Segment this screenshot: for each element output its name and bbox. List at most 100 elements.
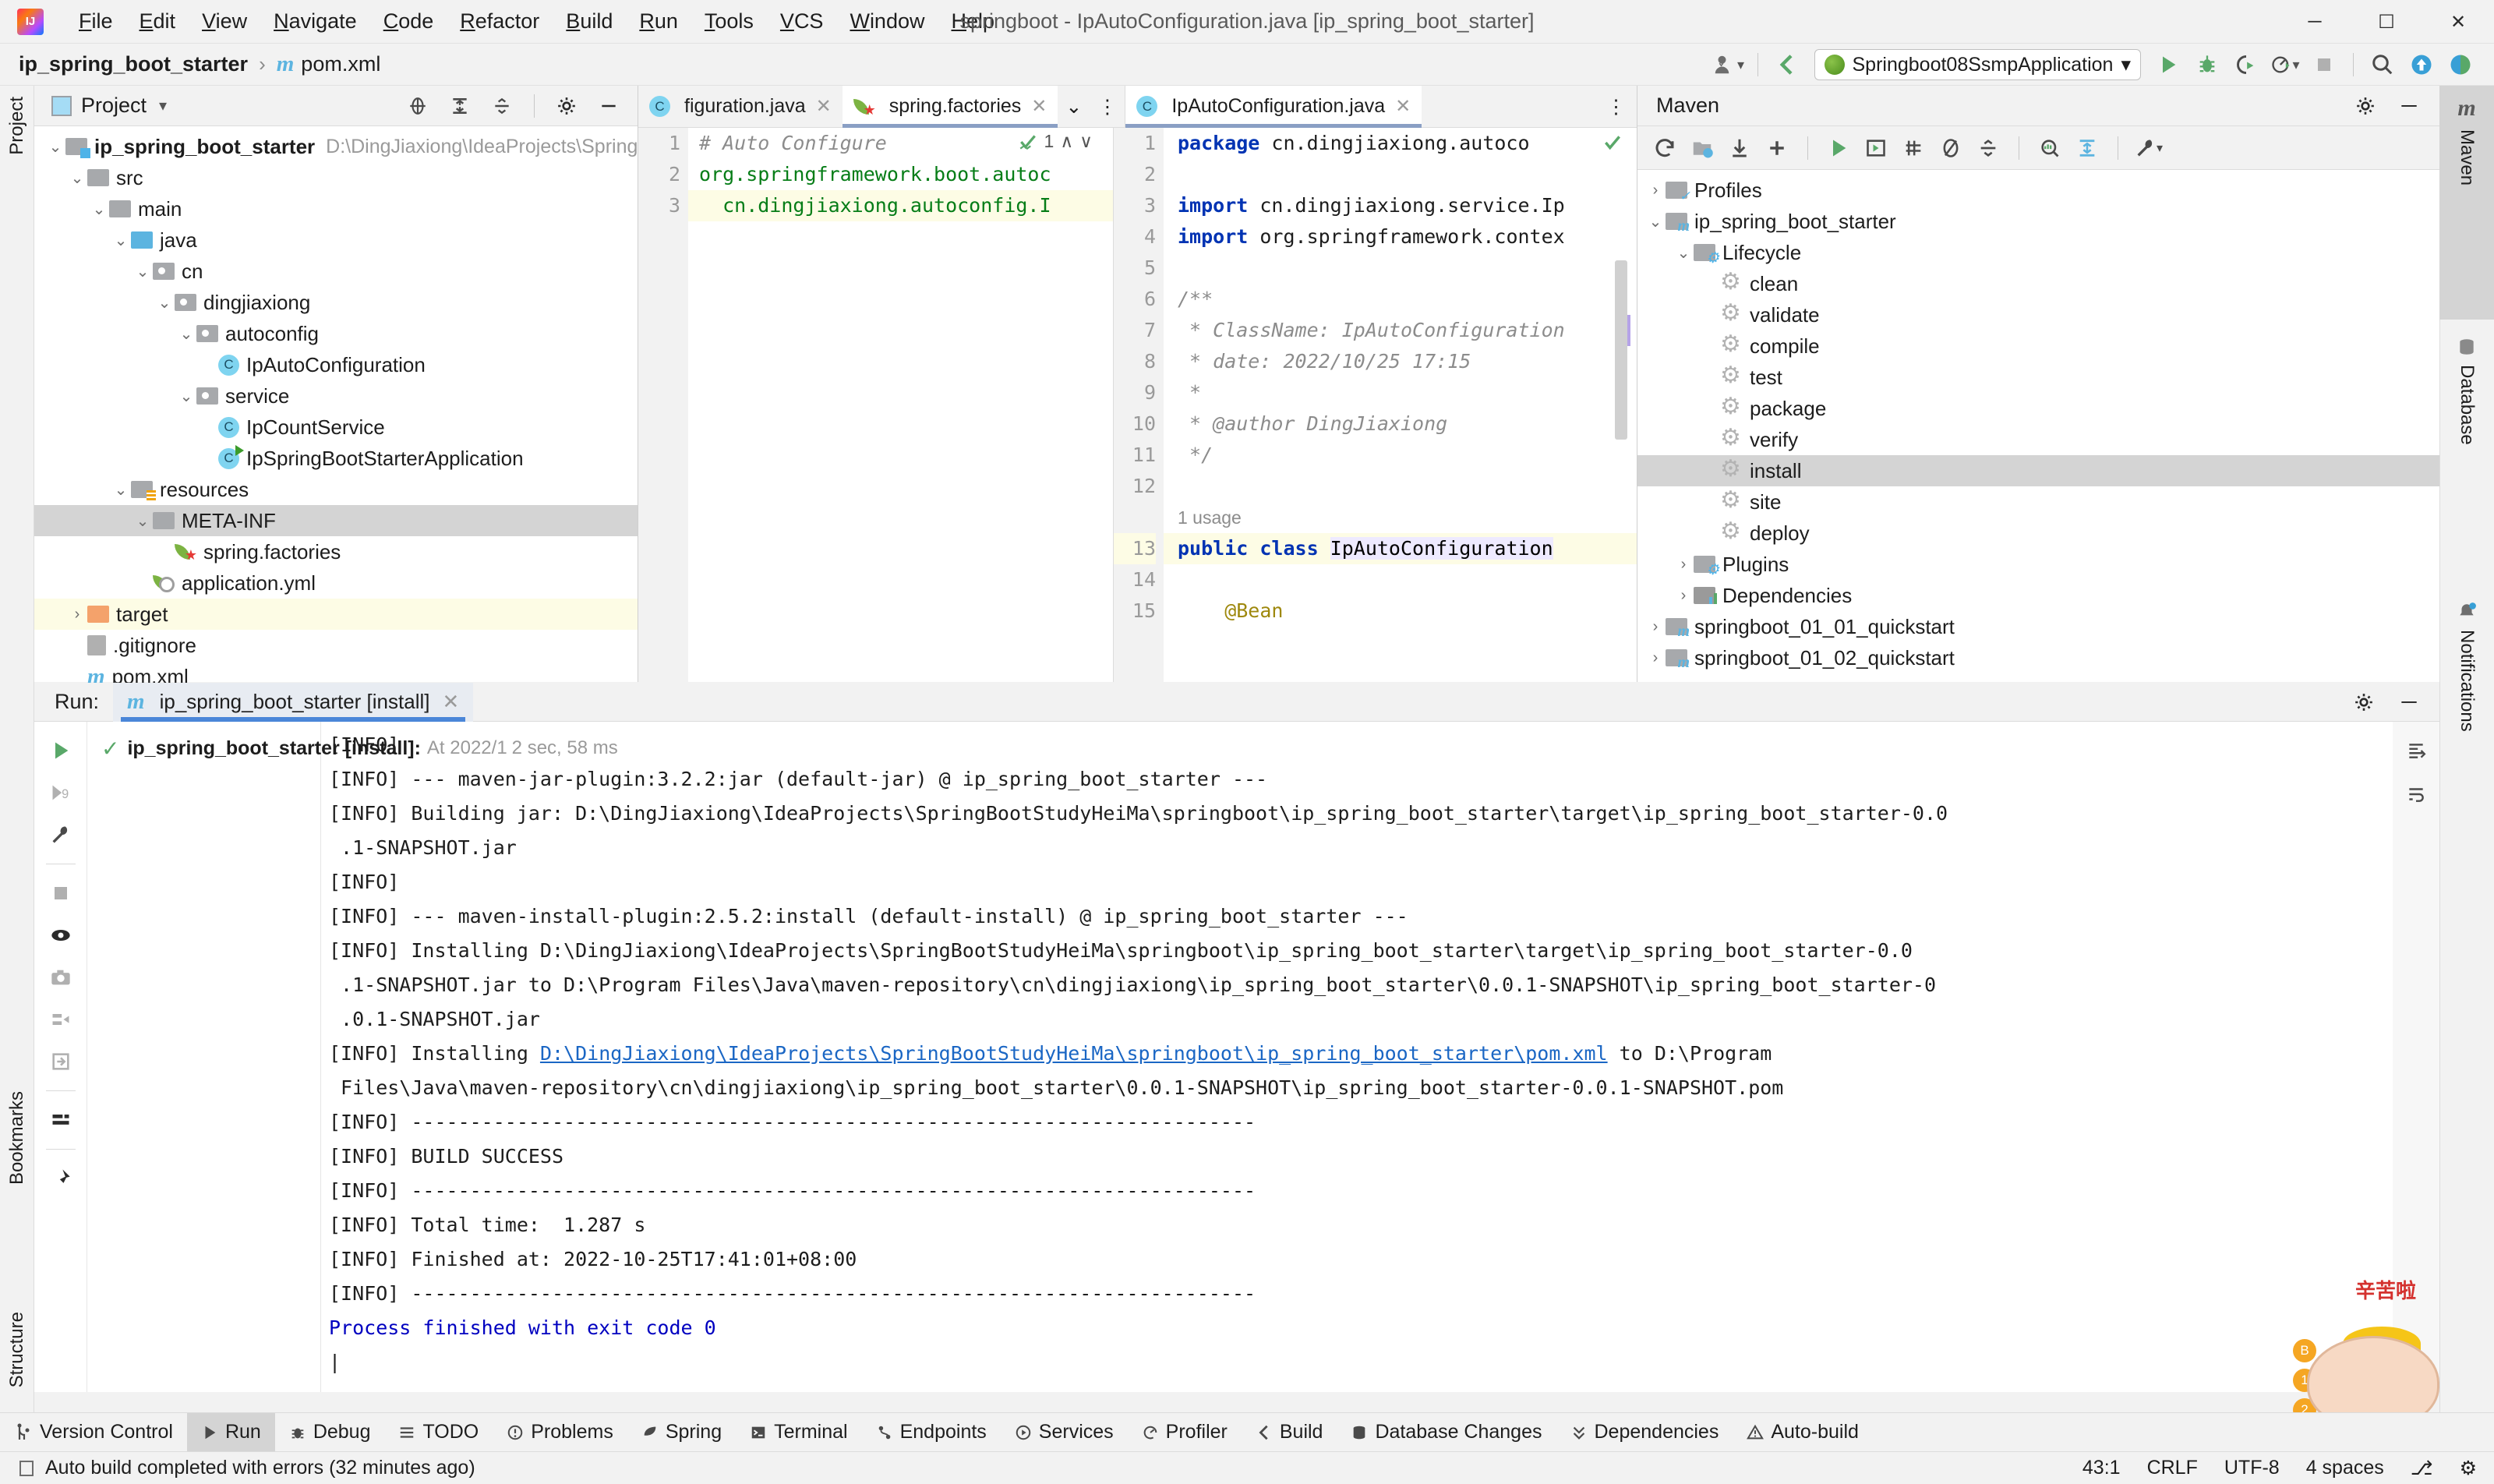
toolwindow-tab-todo[interactable]: TODO [384,1413,493,1452]
strip-tab-project[interactable]: Project [6,97,28,155]
maven-gear-icon[interactable] [2346,85,2385,127]
main-toolbar[interactable]: ▾ Springboot08SsmpApplication ▾ ▾ [1709,44,2494,86]
editor-text-right[interactable]: package cn.dingjiaxiong.autoco import cn… [1164,128,1637,682]
editor-inspection-ok-icon[interactable] [1602,132,1623,158]
editor-tab[interactable]: spring.factories ✕ [842,86,1058,128]
wrench-icon[interactable] [43,817,79,853]
maven-tree-row[interactable]: clean [1637,268,2439,299]
code-line[interactable]: @Bean [1164,595,1637,627]
code-line[interactable]: * ClassName: IpAutoConfiguration [1164,315,1637,346]
gear-icon[interactable] [547,85,586,127]
code-line[interactable]: import org.springframework.contex [1164,221,1637,253]
project-tree-row[interactable]: application.yml [34,567,638,599]
caret-position[interactable]: 43:1 [2082,1457,2121,1479]
project-tree-row[interactable]: ⌄ src [34,162,638,193]
console-side-toolbar[interactable] [2393,722,2439,1392]
code-line[interactable] [1164,159,1637,190]
tree-expand-chevron-icon[interactable]: ⌄ [45,137,65,157]
tree-expand-chevron-icon[interactable]: › [1645,182,1666,200]
export-icon[interactable] [43,1044,79,1079]
editor-tabs-overflow-icon[interactable]: ⌄ [1058,86,1090,127]
code-line[interactable]: */ [1164,440,1637,471]
maven-tree-row[interactable]: ⌄ ⚙ Lifecycle [1637,237,2439,268]
editor-pane-spring-factories[interactable]: 1 2 3 # Auto Configure org.springframework.… [638,128,1114,682]
project-tree-row[interactable]: ⌄ dingjiaxiong [34,287,638,318]
close-button[interactable]: ✕ [2422,0,2494,44]
eye-icon[interactable] [43,917,79,953]
rerun-icon[interactable] [43,733,79,768]
right-tool-window-strip[interactable]: m Maven Database Notifications [2439,86,2494,1419]
menu-run[interactable]: Run [626,9,691,34]
execute-maven-goal-icon[interactable] [1860,132,1892,164]
console-soft-wrap-icon[interactable] [2398,776,2434,812]
project-tree-row[interactable]: ⌄ autoconfig [34,318,638,349]
tree-expand-chevron-icon[interactable]: ⌄ [154,293,175,313]
tree-expand-chevron-icon[interactable]: ⌄ [67,168,87,188]
tree-expand-chevron-icon[interactable]: ⌄ [132,511,153,531]
tree-expand-chevron-icon[interactable]: ⌄ [1645,212,1666,231]
maven-tree-row[interactable]: › m springboot_01_01_quickstart [1637,611,2439,642]
toolwindow-tab-services[interactable]: Services [1001,1413,1128,1452]
tree-expand-chevron-icon[interactable]: ⌄ [1673,243,1694,263]
run-session-close-icon[interactable]: ✕ [442,690,459,714]
maximize-button[interactable]: ☐ [2351,0,2422,44]
maven-tree-row[interactable]: ⌄ m ip_spring_boot_starter [1637,206,2439,237]
menu-navigate[interactable]: Navigate [260,9,370,34]
maven-tree-row[interactable]: package [1637,393,2439,424]
run-with-coverage-button[interactable] [2227,44,2266,86]
window-controls[interactable]: ─ ☐ ✕ [2279,0,2494,44]
code-line[interactable]: public class IpAutoConfiguration [1164,533,1637,564]
code-line[interactable]: /** [1164,284,1637,315]
maven-hide-icon[interactable]: ─ [2390,85,2429,127]
toolwindow-tab-endpoints[interactable]: Endpoints [862,1413,1001,1452]
project-tree-row[interactable]: C IpSpringBootStarterApplication [34,443,638,474]
code-line[interactable]: import cn.dingjiaxiong.service.Ip [1164,190,1637,221]
usage-hint[interactable]: 1 usage [1164,502,1637,533]
run-window-hide-icon[interactable]: ─ [2390,681,2429,723]
download-sources-icon[interactable] [1723,132,1756,164]
editor-tab-bar[interactable]: Cfiguration.java ✕ spring.factories ✕ ⌄ ⋮ C… [638,86,1637,128]
console-file-link[interactable]: D:\DingJiaxiong\IdeaProjects\SpringBootS… [540,1042,1608,1065]
inspection-next-icon[interactable]: ∨ [1079,131,1093,152]
expand-all-icon[interactable] [440,85,479,127]
run-button[interactable] [2149,44,2188,86]
menu-file[interactable]: File [65,9,126,34]
maven-tree-row[interactable]: site [1637,486,2439,518]
project-tree-row[interactable]: ⌄ ip_spring_boot_starter D:\DingJiaxiong\I… [34,131,638,162]
editor-tab-close-icon[interactable]: ✕ [1031,95,1047,118]
editor-tabs-left-group[interactable]: Cfiguration.java ✕ spring.factories ✕ [638,86,1058,128]
strip-tab-structure[interactable]: Structure [6,1312,28,1387]
line-separator[interactable]: CRLF [2147,1457,2198,1479]
build-project-icon[interactable] [1768,44,1807,86]
tree-expand-chevron-icon[interactable]: ⌄ [89,200,109,219]
maven-tool-window[interactable]: Maven ─ ▾ › ✓ Profiles ⌄ m ip_spring_boo… [1637,86,2439,682]
code-line[interactable]: * [1164,377,1637,408]
left-tool-window-strip[interactable]: Project Bookmarks Structure [0,86,34,1419]
run-goal-icon[interactable] [1822,132,1855,164]
editor-tab[interactable]: C IpAutoConfiguration.java ✕ [1125,86,1422,128]
status-gear-icon[interactable]: ⚙ [2460,1457,2477,1480]
toolwindow-tab-dependencies[interactable]: Dependencies [1556,1413,1733,1452]
code-line[interactable] [1164,471,1637,502]
skip-tests-icon[interactable] [1897,132,1930,164]
project-tree-row[interactable]: .gitignore [34,630,638,661]
editor-gutter-left[interactable]: 1 2 3 [638,128,688,682]
maven-tree-row[interactable]: compile [1637,330,2439,362]
user-settings-icon[interactable]: ▾ [1709,44,1748,86]
inspection-prev-icon[interactable]: ∧ [1060,131,1073,152]
toolwindow-tab-spring[interactable]: Spring [627,1413,736,1452]
show-dependencies-icon[interactable] [2033,132,2066,164]
toolwindow-tab-version-control[interactable]: Version Control [0,1413,187,1452]
tree-expand-chevron-icon[interactable]: › [1673,587,1694,605]
project-tree-row[interactable]: ⌄ main [34,193,638,224]
editor-tab-close-icon[interactable]: ✕ [1395,95,1411,118]
run-side-toolbar[interactable]: 9 [34,722,87,1392]
breadcrumb-file[interactable]: m pom.xml [277,51,381,77]
maven-settings-wrench-icon[interactable]: ▾ [2132,132,2165,164]
menu-build[interactable]: Build [553,9,626,34]
tree-expand-chevron-icon[interactable]: ⌄ [111,231,131,250]
tree-expand-chevron-icon[interactable]: › [1645,649,1666,667]
maven-tree-row[interactable]: install [1637,455,2439,486]
tree-expand-chevron-icon[interactable]: ⌄ [111,480,131,500]
ide-tips-icon[interactable] [2441,44,2480,86]
